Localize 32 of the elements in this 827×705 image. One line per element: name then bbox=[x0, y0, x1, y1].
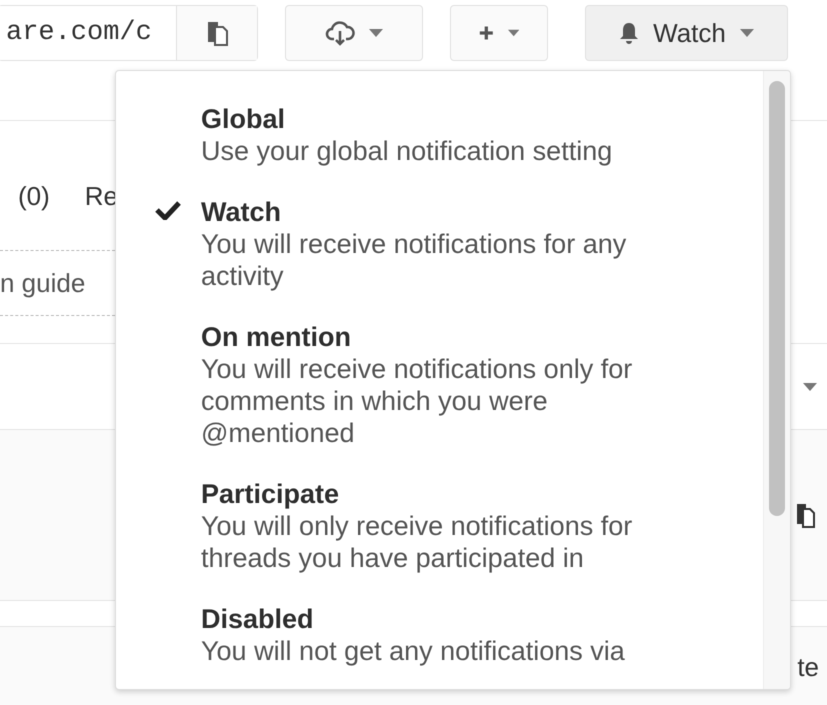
menu-option[interactable]: Disabled You will not get any notifications via bbox=[116, 603, 763, 667]
url-field[interactable]: are.com/c bbox=[0, 6, 177, 60]
option-title: On mention bbox=[201, 321, 352, 353]
bell-icon bbox=[619, 22, 640, 44]
caret-icon bbox=[740, 29, 754, 37]
menu-option[interactable]: Participate You will only receive notifications for threads you have participated in bbox=[116, 478, 763, 574]
option-description: You will receive notifications for any activity bbox=[201, 228, 628, 292]
cloud-download-icon bbox=[325, 20, 355, 46]
watch-button[interactable]: Watch bbox=[585, 5, 788, 61]
checkmark-icon bbox=[155, 200, 181, 220]
option-title: Watch bbox=[201, 196, 282, 228]
count-text: (0) bbox=[18, 180, 50, 212]
tab-label[interactable]: Re bbox=[84, 180, 118, 212]
option-description: You will not get any notifications via bbox=[201, 635, 626, 667]
caret-icon bbox=[508, 29, 519, 37]
option-title: Global bbox=[201, 103, 286, 135]
download-button[interactable] bbox=[285, 5, 423, 61]
option-title: Disabled bbox=[201, 603, 315, 635]
clipboard-icon bbox=[795, 502, 815, 528]
option-description: You will only receive notifications for threads you have participated in bbox=[201, 510, 634, 574]
option-description: Use your global notification setting bbox=[201, 135, 614, 167]
menu-option[interactable]: On mention You will receive notifications only for comments in which you were @mentioned bbox=[116, 321, 763, 449]
caret-icon bbox=[801, 382, 819, 390]
caret-icon bbox=[369, 29, 383, 37]
option-title: Participate bbox=[201, 478, 340, 510]
plus-icon bbox=[479, 24, 494, 42]
guide-link[interactable]: n guide bbox=[0, 268, 86, 298]
option-description: You will receive notifications only for comments in which you were @mentioned bbox=[201, 353, 634, 449]
cut-text: te bbox=[797, 652, 819, 682]
menu-option[interactable]: Global Use your global notification setting bbox=[116, 103, 763, 167]
clipboard-icon bbox=[206, 20, 228, 46]
scrollbar-thumb[interactable] bbox=[769, 81, 785, 516]
